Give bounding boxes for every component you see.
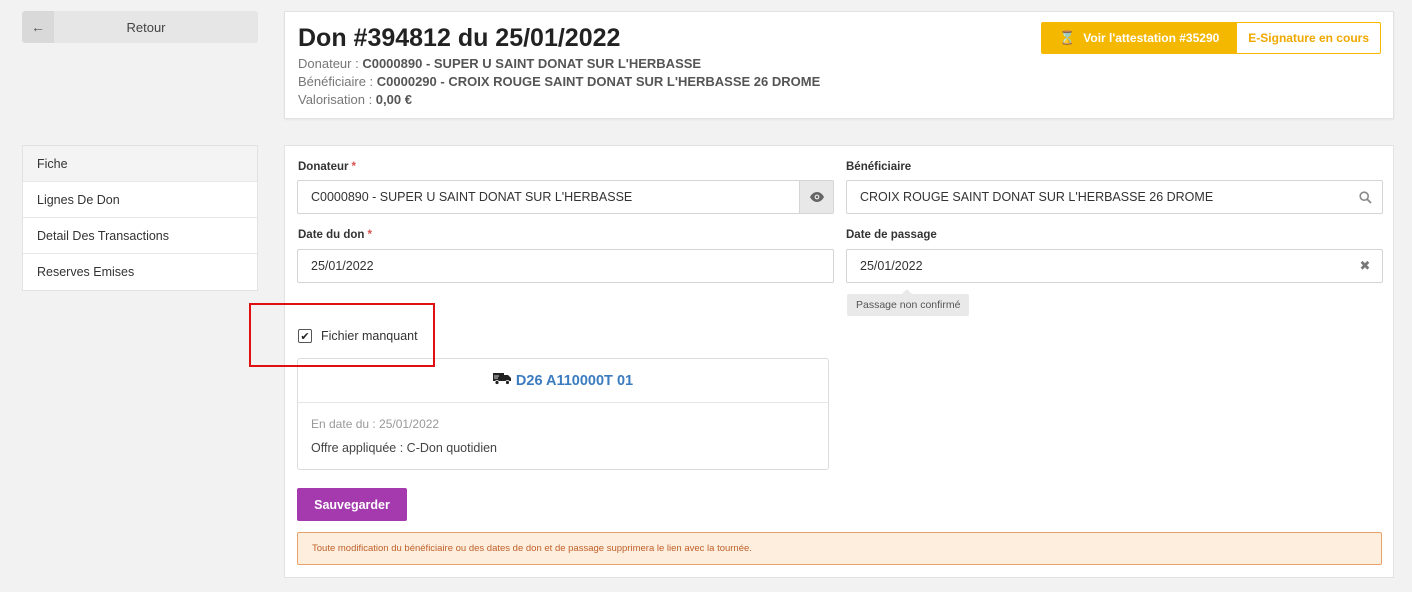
truck-icon: [492, 372, 512, 389]
header-actions: ⌛ Voir l'attestation #35290 E-Signature …: [1041, 22, 1381, 54]
header-card: Don #394812 du 25/01/2022 Donateur : C00…: [284, 11, 1394, 119]
side-menu-item-reserves-emises[interactable]: Reserves Emises: [23, 254, 257, 290]
search-icon[interactable]: [1348, 181, 1382, 213]
donateur-summary-label: Donateur :: [298, 56, 363, 71]
side-menu-item-detail-transactions[interactable]: Detail Des Transactions: [23, 218, 257, 254]
date-don-value: 25/01/2022: [311, 259, 374, 273]
date-don-label: Date du don *: [298, 229, 372, 241]
side-menu: Fiche Lignes De Don Detail Des Transacti…: [22, 145, 258, 291]
beneficiaire-summary-label: Bénéficiaire :: [298, 74, 377, 89]
beneficiaire-value: CROIX ROUGE SAINT DONAT SUR L'HERBASSE 2…: [860, 190, 1214, 204]
beneficiaire-summary: Bénéficiaire : C0000290 - CROIX ROUGE SA…: [298, 74, 820, 89]
beneficiaire-field[interactable]: CROIX ROUGE SAINT DONAT SUR L'HERBASSE 2…: [846, 180, 1383, 214]
valorisation-summary: Valorisation : 0,00 €: [298, 92, 412, 107]
back-label: Retour: [126, 19, 166, 35]
back-button[interactable]: ← Retour: [22, 11, 258, 43]
view-attestation-button[interactable]: ⌛ Voir l'attestation #35290: [1041, 22, 1238, 54]
route-code-link[interactable]: D26 A110000T 01: [516, 373, 633, 389]
valorisation-summary-label: Valorisation :: [298, 92, 376, 107]
donateur-field[interactable]: C0000890 - SUPER U SAINT DONAT SUR L'HER…: [297, 180, 834, 214]
donateur-value: C0000890 - SUPER U SAINT DONAT SUR L'HER…: [311, 190, 633, 204]
highlight-annotation: [249, 303, 435, 367]
donateur-label: Donateur *: [298, 161, 356, 173]
e-signature-button[interactable]: E-Signature en cours: [1237, 22, 1381, 54]
hourglass-icon: ⌛: [1059, 30, 1076, 45]
view-attestation-label: Voir l'attestation #35290: [1083, 31, 1220, 45]
date-passage-field[interactable]: 25/01/2022 ✖: [846, 249, 1383, 283]
route-date: En date du : 25/01/2022: [311, 417, 440, 431]
required-marker: *: [351, 161, 356, 173]
page-title: Don #394812 du 25/01/2022: [298, 24, 621, 52]
date-don-label-text: Date du don: [298, 229, 365, 241]
route-offre: Offre appliquée : C-Don quotidien: [311, 441, 497, 455]
date-passage-value: 25/01/2022: [860, 259, 923, 273]
donateur-label-text: Donateur: [298, 161, 349, 173]
eye-icon[interactable]: [799, 181, 833, 213]
arrow-left-icon: ←: [22, 11, 54, 43]
date-passage-label: Date de passage: [846, 229, 937, 241]
side-menu-item-lignes-de-don[interactable]: Lignes De Don: [23, 182, 257, 218]
donateur-summary: Donateur : C0000890 - SUPER U SAINT DONA…: [298, 56, 701, 71]
passage-status-tooltip: Passage non confirmé: [847, 289, 970, 316]
beneficiaire-label: Bénéficiaire: [846, 161, 912, 173]
required-marker: *: [367, 229, 372, 241]
clear-icon[interactable]: ✖: [1348, 250, 1382, 282]
beneficiaire-summary-value: C0000290 - CROIX ROUGE SAINT DONAT SUR L…: [376, 74, 821, 89]
date-don-field[interactable]: 25/01/2022: [297, 249, 834, 283]
donateur-summary-value: C0000890 - SUPER U SAINT DONAT SUR L'HER…: [362, 56, 702, 71]
valorisation-summary-value: 0,00 €: [375, 92, 412, 107]
warning-alert: Toute modification du bénéficiaire ou de…: [297, 532, 1382, 565]
side-menu-item-fiche[interactable]: Fiche: [23, 146, 257, 182]
don-form: Donateur * C0000890 - SUPER U SAINT DONAT…: [284, 145, 1394, 578]
save-button[interactable]: Sauvegarder: [297, 488, 407, 521]
route-card: D26 A110000T 01 En date du : 25/01/2022 …: [297, 358, 829, 470]
